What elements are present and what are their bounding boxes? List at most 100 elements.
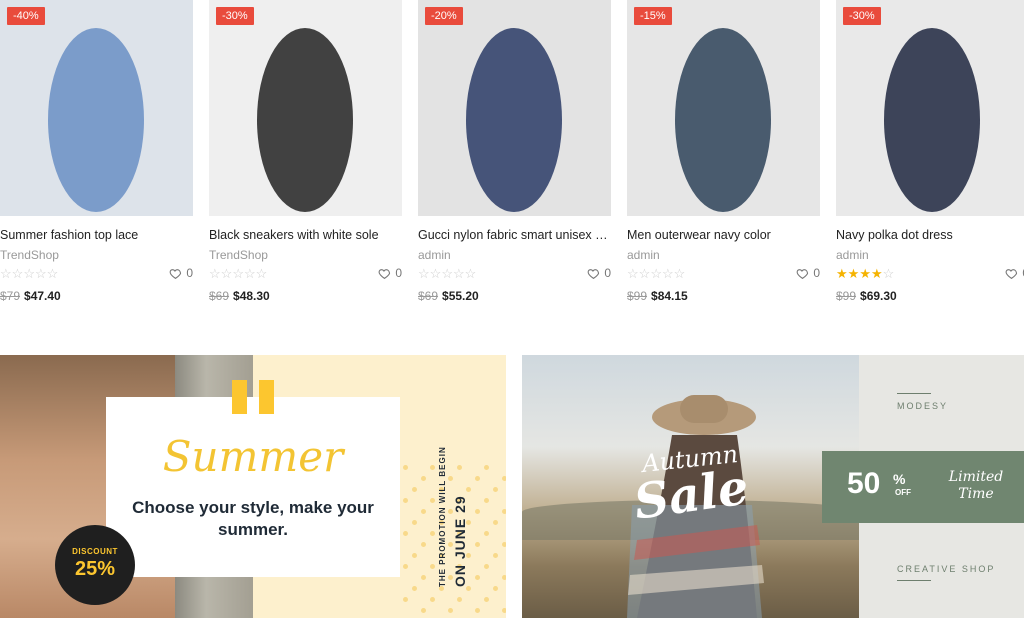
wishlist-button[interactable]: 0 xyxy=(378,266,402,280)
star-rating: ☆☆☆☆☆ xyxy=(418,266,477,281)
decor-dot xyxy=(484,498,489,503)
decor-dot xyxy=(412,553,417,558)
polka-dress-photo[interactable]: -30% xyxy=(836,0,1024,216)
discount-badge: -20% xyxy=(425,7,463,25)
navy-jacket-photo[interactable]: -15% xyxy=(627,0,820,216)
heart-icon xyxy=(378,267,391,280)
star-rating: ★★★★☆ xyxy=(836,266,895,281)
offer-box: 50 % OFF Limited Time xyxy=(822,451,1024,523)
decor-dot xyxy=(430,498,435,503)
heart-icon xyxy=(169,267,182,280)
product-card[interactable]: -20% Gucci nylon fabric smart unisex b...… xyxy=(418,0,611,310)
star-rating: ☆☆☆☆☆ xyxy=(0,266,59,281)
price: $69 $48.30 xyxy=(209,289,270,303)
discount-badge: -40% xyxy=(7,7,45,25)
like-count: 0 xyxy=(813,266,820,280)
decor-dot xyxy=(484,597,489,602)
like-count: 0 xyxy=(186,266,193,280)
promo-card xyxy=(106,397,400,577)
decor-dot xyxy=(403,564,408,569)
decor-dot xyxy=(493,520,498,525)
price: $69 $55.20 xyxy=(418,289,479,303)
wishlist-button[interactable]: 0 xyxy=(587,266,611,280)
decor-dot xyxy=(502,476,506,481)
decor-dot xyxy=(484,465,489,470)
product-card[interactable]: -40% Summer fashion top lace TrendShop ☆☆☆☆… xyxy=(0,0,193,310)
star-rating: ☆☆☆☆☆ xyxy=(627,266,686,281)
decor-dot xyxy=(430,465,435,470)
decor-dot xyxy=(421,542,426,547)
product-name[interactable]: Summer fashion top lace xyxy=(0,228,193,242)
promo-line-2: ON JUNE 29 xyxy=(452,495,468,587)
product-grid: -40% Summer fashion top lace TrendShop ☆☆☆☆… xyxy=(0,0,1024,310)
decor-dot xyxy=(493,553,498,558)
price: $99 $84.15 xyxy=(627,289,688,303)
offer-percent: % xyxy=(893,471,906,487)
wishlist-button[interactable]: 0 xyxy=(169,266,193,280)
decor-dot xyxy=(493,487,498,492)
product-card[interactable]: -30% Black sneakers with white sole TrendS… xyxy=(209,0,402,310)
autumn-sale-banner[interactable]: Autumn Sale MODESY 50 % OFF Limited Time… xyxy=(522,355,1024,618)
navy-backpack-photo[interactable]: -20% xyxy=(418,0,611,216)
product-vendor[interactable]: TrendShop xyxy=(0,248,59,262)
product-vendor[interactable]: admin xyxy=(836,248,869,262)
decor-dot xyxy=(403,597,408,602)
old-price: $99 xyxy=(836,289,857,303)
quote-icon xyxy=(232,380,274,414)
product-name[interactable]: Gucci nylon fabric smart unisex b... xyxy=(418,228,611,242)
product-vendor[interactable]: TrendShop xyxy=(209,248,268,262)
divider xyxy=(897,580,931,581)
decor-dot xyxy=(403,465,408,470)
like-count: 0 xyxy=(604,266,611,280)
decor-dot xyxy=(493,586,498,591)
wishlist-button[interactable]: 0 xyxy=(1005,266,1024,280)
price: $99 $69.30 xyxy=(836,289,897,303)
floral-dress-photo[interactable]: -40% xyxy=(0,0,193,216)
decor-dot xyxy=(475,608,480,613)
decor-dot xyxy=(484,531,489,536)
decor-dot xyxy=(421,575,426,580)
banner-title: Summer xyxy=(162,432,344,481)
sale-price: $48.30 xyxy=(233,289,270,303)
decor-dot xyxy=(421,476,426,481)
limited-time: Limited Time xyxy=(948,469,1004,502)
decor-dot xyxy=(412,586,417,591)
product-name[interactable]: Navy polka dot dress xyxy=(836,228,1024,242)
old-price: $79 xyxy=(0,289,21,303)
shop-tagline: CREATIVE SHOP xyxy=(897,564,996,574)
brand-name: MODESY xyxy=(897,401,949,411)
product-name[interactable]: Men outerwear navy color xyxy=(627,228,820,242)
offer-off: OFF xyxy=(895,488,911,497)
banner-tagline: Choose your style, make your summer. xyxy=(132,498,374,539)
decor-dot xyxy=(448,608,453,613)
black-sneaker-photo[interactable]: -30% xyxy=(209,0,402,216)
star-rating: ☆☆☆☆☆ xyxy=(209,266,268,281)
old-price: $99 xyxy=(627,289,648,303)
offer-number: 50 xyxy=(847,467,881,500)
summer-promo-banner[interactable]: Summer Choose your style, make your summ… xyxy=(0,355,506,618)
promo-date: THE PROMOTION WILL BEGIN ON JUNE 29 xyxy=(438,417,478,587)
decor-dot xyxy=(430,564,435,569)
product-card[interactable]: -30% Navy polka dot dress admin ★★★★☆ 0 $99$6… xyxy=(836,0,1024,310)
product-name[interactable]: Black sneakers with white sole xyxy=(209,228,402,242)
decor-dot xyxy=(502,575,506,580)
decor-dot xyxy=(421,608,426,613)
decor-dot xyxy=(430,531,435,536)
decor-dot xyxy=(403,498,408,503)
discount-label: DISCOUNT xyxy=(72,547,118,556)
sale-price: $69.30 xyxy=(860,289,897,303)
product-vendor[interactable]: admin xyxy=(627,248,660,262)
old-price: $69 xyxy=(418,289,439,303)
decor-dot xyxy=(457,597,462,602)
wishlist-button[interactable]: 0 xyxy=(796,266,820,280)
heart-icon xyxy=(587,267,600,280)
promo-line-1: THE PROMOTION WILL BEGIN xyxy=(438,446,447,587)
heart-icon xyxy=(796,267,809,280)
decor-dot xyxy=(430,597,435,602)
product-vendor[interactable]: admin xyxy=(418,248,451,262)
decor-dot xyxy=(502,542,506,547)
decor-dot xyxy=(412,520,417,525)
discount-badge: -30% xyxy=(843,7,881,25)
product-card[interactable]: -15% Men outerwear navy color admin ☆☆☆☆☆ 0 $… xyxy=(627,0,820,310)
discount-badge: DISCOUNT 25% xyxy=(55,525,135,605)
